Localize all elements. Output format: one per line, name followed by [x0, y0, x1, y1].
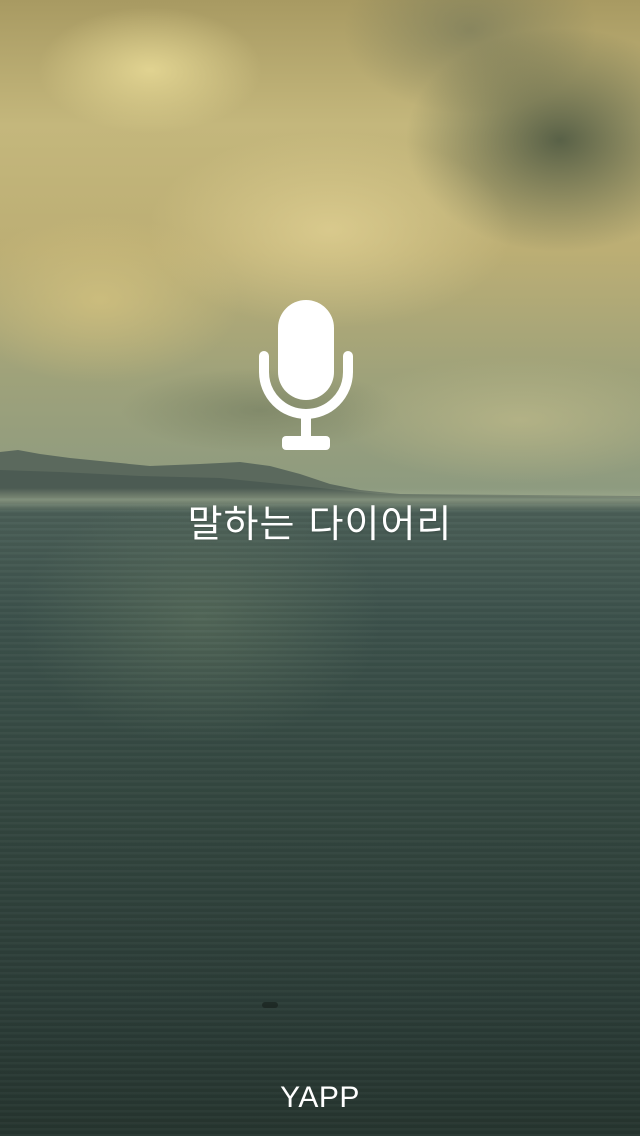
splash-screen: 말하는 다이어리 YAPP	[0, 0, 640, 1136]
microphone-icon	[259, 300, 353, 450]
brand-label: YAPP	[280, 1081, 360, 1114]
boat-silhouette	[262, 1002, 278, 1008]
sea-background	[0, 498, 640, 1136]
app-title: 말하는 다이어리	[187, 502, 453, 546]
